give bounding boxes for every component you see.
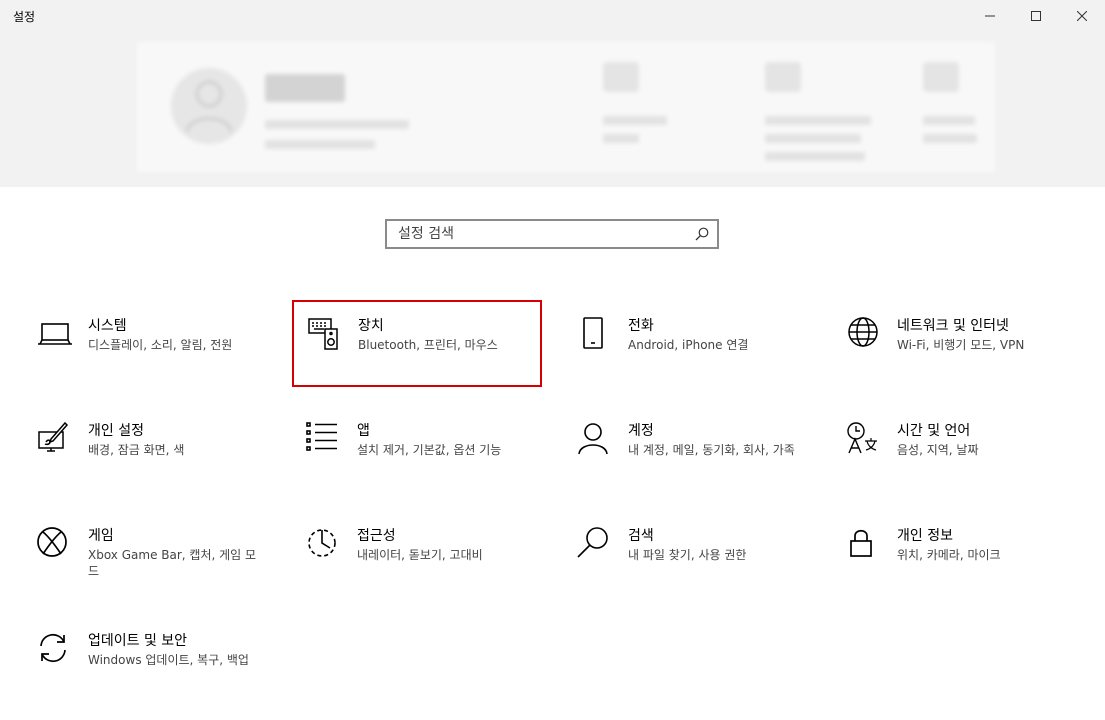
search-box[interactable] [385, 219, 719, 249]
tile-title: 접근성 [357, 528, 396, 544]
tile-title: 게임 [88, 528, 114, 544]
time-language-icon [846, 422, 882, 458]
tile-description: 디스플레이, 소리, 알림, 전원 [88, 338, 233, 352]
person-icon [577, 422, 613, 458]
phone-icon [577, 317, 613, 353]
tile-description: Windows 업데이트, 복구, 백업 [88, 653, 249, 667]
avatar [171, 68, 247, 144]
tile-title: 검색 [628, 528, 654, 544]
ease-of-access-icon [306, 527, 342, 563]
tile-description: Android, iPhone 연결 [628, 338, 749, 352]
tile-title: 계정 [628, 423, 654, 439]
tile-description: Wi-Fi, 비행기 모드, VPN [897, 338, 1025, 352]
tile-title: 장치 [358, 318, 384, 334]
tile-title: 시스템 [88, 318, 127, 334]
search-input[interactable] [398, 226, 695, 242]
tile-description: 위치, 카메라, 마이크 [897, 548, 1001, 562]
tile-system[interactable]: 시스템 디스플레이, 소리, 알림, 전원 [37, 317, 287, 405]
tile-title: 개인 설정 [88, 423, 144, 439]
apps-list-icon [306, 422, 342, 458]
magnifier-icon [577, 527, 613, 563]
tile-description: 배경, 잠금 화면, 색 [88, 443, 185, 457]
tile-description: 음성, 지역, 날짜 [897, 443, 979, 457]
blurred-rewards-icon [923, 62, 959, 92]
tile-phone[interactable]: 전화 Android, iPhone 연결 [577, 317, 827, 405]
blurred-account-name [265, 74, 345, 102]
tile-network[interactable]: 네트워크 및 인터넷 Wi-Fi, 비행기 모드, VPN [846, 317, 1096, 405]
tile-devices[interactable]: 장치 Bluetooth, 프린터, 마우스 [292, 300, 542, 387]
blurred-update-sub [765, 134, 861, 143]
app-title: 설정 [13, 10, 36, 24]
tile-privacy[interactable]: 개인 정보 위치, 카메라, 마이크 [846, 527, 1096, 615]
tile-personalization[interactable]: 개인 설정 배경, 잠금 화면, 색 [37, 422, 287, 510]
blurred-onedrive-icon [603, 62, 639, 92]
xbox-icon [37, 527, 73, 563]
user-avatar-icon [185, 80, 233, 133]
tile-title: 앱 [357, 423, 370, 439]
blurred-onedrive-label [603, 116, 667, 125]
account-card-blurred[interactable] [137, 42, 995, 172]
tile-description: 설치 제거, 기본값, 옵션 기능 [357, 443, 502, 457]
tile-time-language[interactable]: 시간 및 언어 음성, 지역, 날짜 [846, 422, 1096, 510]
blurred-rewards-label [923, 116, 975, 125]
tile-description: Xbox Game Bar, 캡처, 게임 모드 [88, 548, 257, 578]
globe-icon [846, 317, 882, 353]
blurred-update-label [765, 116, 871, 125]
tile-apps[interactable]: 앱 설치 제거, 기본값, 옵션 기능 [306, 422, 556, 510]
laptop-icon [37, 317, 73, 353]
blurred-onedrive-sub [603, 134, 639, 143]
close-icon [1077, 11, 1087, 21]
minimize-icon [985, 15, 995, 17]
tile-description: Bluetooth, 프린터, 마우스 [358, 338, 498, 352]
blurred-update-sub-2 [765, 152, 865, 161]
search-icon[interactable] [695, 227, 709, 241]
tile-description: 내 계정, 메일, 동기화, 회사, 가족 [628, 443, 795, 457]
tile-title: 전화 [628, 318, 654, 334]
minimize-button[interactable] [967, 0, 1013, 32]
paint-display-icon [37, 422, 73, 458]
tile-ease-of-access[interactable]: 접근성 내레이터, 돋보기, 고대비 [306, 527, 556, 615]
blurred-account-link [265, 140, 375, 149]
title-bar: 설정 [0, 0, 1105, 32]
tile-description: 내레이터, 돋보기, 고대비 [357, 548, 483, 562]
keyboard-speaker-icon [308, 317, 344, 353]
tile-search[interactable]: 검색 내 파일 찾기, 사용 권한 [577, 527, 827, 615]
tile-title: 네트워크 및 인터넷 [897, 318, 1009, 334]
tile-title: 업데이트 및 보안 [88, 633, 188, 649]
blurred-account-email [265, 120, 409, 129]
account-header [0, 32, 1105, 187]
sync-icon [37, 632, 73, 668]
tile-description: 내 파일 찾기, 사용 권한 [628, 548, 747, 562]
tile-title: 시간 및 언어 [897, 423, 971, 439]
maximize-icon [1031, 11, 1041, 21]
blurred-update-icon [765, 62, 801, 92]
lock-icon [846, 527, 882, 563]
maximize-button[interactable] [1013, 0, 1059, 32]
tile-gaming[interactable]: 게임 Xbox Game Bar, 캡처, 게임 모드 [37, 527, 287, 615]
tile-accounts[interactable]: 계정 내 계정, 메일, 동기화, 회사, 가족 [577, 422, 827, 510]
blurred-rewards-sub [923, 134, 977, 143]
tile-title: 개인 정보 [897, 528, 953, 544]
close-button[interactable] [1059, 0, 1105, 32]
